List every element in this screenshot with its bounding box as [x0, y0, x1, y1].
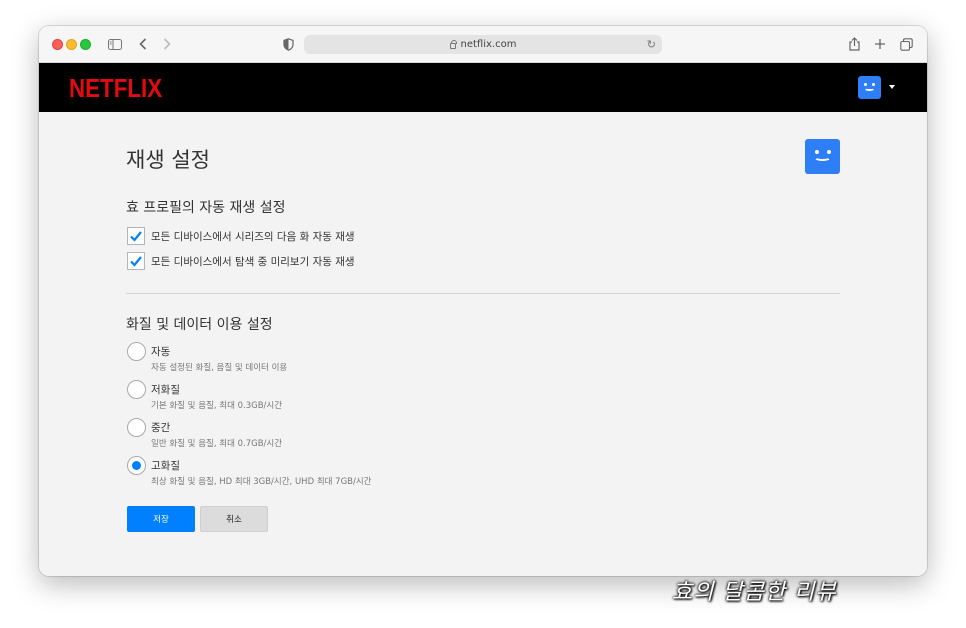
share-icon[interactable] [847, 35, 861, 53]
quality-high-description: 최상 화질 및 음질, HD 최대 3GB/시간, UHD 최대 7GB/시간 [151, 477, 372, 487]
close-window-button[interactable] [52, 39, 63, 50]
quality-medium-description: 일반 화질 및 음질, 최대 0.7GB/시간 [151, 439, 283, 449]
quality-low-description: 기본 화질 및 음질, 최대 0.3GB/시간 [151, 401, 283, 411]
quality-low-radio[interactable] [127, 380, 146, 399]
browser-toolbar: netflix.com ↻ [39, 26, 927, 63]
netflix-logo[interactable]: NETFLIX [69, 73, 162, 104]
autoplay-previews-label: 모든 디바이스에서 탐색 중 미리보기 자동 재생 [151, 255, 355, 268]
zoom-window-button[interactable] [80, 39, 91, 50]
tab-overview-icon[interactable] [898, 35, 914, 53]
url-text: netflix.com [460, 39, 517, 50]
profile-dropdown-caret-icon[interactable] [889, 85, 895, 89]
quality-high-label: 고화질 [151, 460, 180, 472]
quality-auto-label: 자동 [151, 346, 171, 358]
minimize-window-button[interactable] [66, 39, 77, 50]
forward-arrow-icon[interactable] [161, 35, 173, 53]
autoplay-next-episode-label: 모든 디바이스에서 시리즈의 다음 화 자동 재생 [151, 230, 355, 243]
back-arrow-icon[interactable] [137, 35, 149, 53]
profile-avatar-large-icon [805, 139, 840, 174]
blog-watermark: 효의 달콤한 리뷰 [672, 580, 837, 605]
netflix-header: NETFLIX [39, 63, 927, 112]
cancel-button[interactable]: 취소 [200, 506, 268, 532]
section-divider [126, 293, 840, 294]
quality-medium-radio[interactable] [127, 418, 146, 437]
playback-settings-page: 재생 설정 효 프로필의 자동 재생 설정 모든 디바이스에서 시리즈의 다음 … [39, 112, 927, 576]
privacy-shield-icon[interactable] [281, 35, 295, 53]
quality-auto-radio[interactable] [127, 342, 146, 361]
checkmark-icon [130, 231, 142, 242]
quality-low-label: 저화질 [151, 384, 180, 396]
autoplay-previews-option[interactable]: 모든 디바이스에서 탐색 중 미리보기 자동 재생 [127, 252, 355, 270]
quality-auto-description: 자동 설정된 화질, 음질 및 데이터 이용 [151, 363, 288, 373]
profile-avatar-icon[interactable] [858, 76, 881, 99]
save-button[interactable]: 저장 [127, 506, 195, 532]
autoplay-next-episode-option[interactable]: 모든 디바이스에서 시리즈의 다음 화 자동 재생 [127, 227, 355, 245]
quality-high-radio[interactable] [127, 456, 146, 475]
sidebar-toggle-icon[interactable] [107, 35, 123, 53]
lock-icon [449, 39, 457, 49]
reload-icon[interactable]: ↻ [647, 38, 656, 51]
checkmark-icon [130, 256, 142, 267]
autoplay-previews-checkbox[interactable] [127, 252, 145, 270]
new-tab-icon[interactable] [873, 35, 887, 53]
browser-window: netflix.com ↻ NETFLIX 재생 설정 효 프로필의 자동 재생… [39, 26, 927, 576]
address-bar[interactable]: netflix.com ↻ [304, 35, 662, 54]
page-title: 재생 설정 [126, 148, 210, 172]
quality-section-title: 화질 및 데이터 이용 설정 [126, 317, 273, 333]
autoplay-section-title: 효 프로필의 자동 재생 설정 [126, 200, 286, 216]
quality-medium-label: 중간 [151, 422, 171, 434]
autoplay-next-episode-checkbox[interactable] [127, 227, 145, 245]
